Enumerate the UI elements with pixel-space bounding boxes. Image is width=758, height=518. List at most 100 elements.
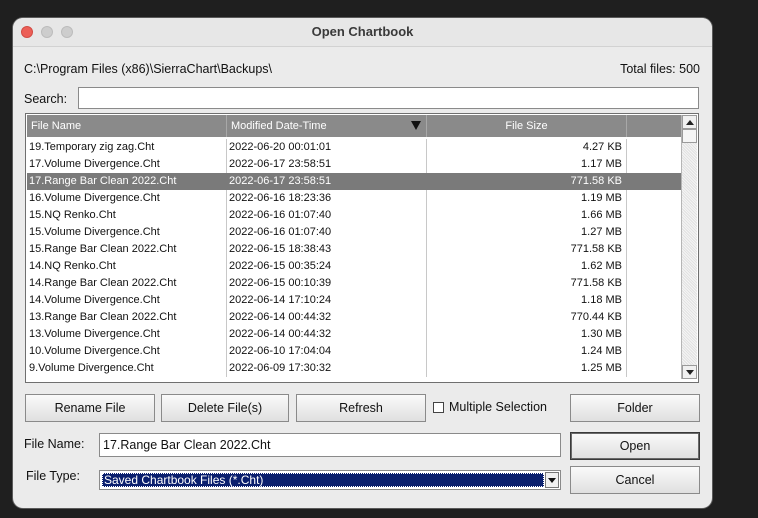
table-row[interactable]: 13.Range Bar Clean 2022.Cht 2022-06-14 00…: [27, 309, 681, 326]
extra-cell: [627, 258, 681, 275]
table-row[interactable]: 14.Range Bar Clean 2022.Cht 2022-06-15 00…: [27, 275, 681, 292]
file-name-label: File Name:: [24, 437, 85, 451]
file-name-cell: 13.Volume Divergence.Cht: [27, 326, 227, 343]
cancel-button[interactable]: Cancel: [570, 466, 700, 494]
file-name-cell: 16.Volume Divergence.Cht: [27, 190, 227, 207]
extra-cell: [627, 241, 681, 258]
file-name-cell: 17.Range Bar Clean 2022.Cht: [27, 173, 227, 190]
table-row[interactable]: 14.Volume Divergence.Cht 2022-06-14 17:10…: [27, 292, 681, 309]
file-size-cell: 4.27 KB: [427, 139, 627, 156]
extra-cell: [627, 309, 681, 326]
file-size-cell: 1.27 MB: [427, 224, 627, 241]
arrow-down-icon: [686, 370, 694, 375]
modified-date-cell: 2022-06-15 18:38:43: [227, 241, 427, 258]
file-size-cell: 1.62 MB: [427, 258, 627, 275]
table-row[interactable]: 19.Temporary zig zag.Cht 2022-06-20 00:01…: [27, 139, 681, 156]
scroll-down-button[interactable]: [682, 365, 697, 379]
rename-file-button[interactable]: Rename File: [25, 394, 155, 422]
column-header-file-size[interactable]: File Size: [427, 115, 627, 137]
scroll-up-button[interactable]: [682, 115, 697, 129]
file-name-cell: 9.Volume Divergence.Cht: [27, 360, 227, 377]
file-rows: 19.Temporary zig zag.Cht 2022-06-20 00:01…: [27, 139, 681, 377]
refresh-button[interactable]: Refresh: [296, 394, 426, 422]
file-name-cell: 19.Temporary zig zag.Cht: [27, 139, 227, 156]
file-name-cell: 10.Volume Divergence.Cht: [27, 343, 227, 360]
extra-cell: [627, 207, 681, 224]
extra-cell: [627, 173, 681, 190]
table-row[interactable]: 15.NQ Renko.Cht 2022-06-16 01:07:40 1.66 M…: [27, 207, 681, 224]
file-size-cell: 1.17 MB: [427, 156, 627, 173]
extra-cell: [627, 190, 681, 207]
file-size-cell: 1.18 MB: [427, 292, 627, 309]
file-size-cell: 1.24 MB: [427, 343, 627, 360]
modified-date-cell: 2022-06-16 01:07:40: [227, 224, 427, 241]
file-list-header: File Name Modified Date-Time File Size: [27, 115, 681, 137]
column-header-file-name[interactable]: File Name: [27, 115, 227, 137]
open-button[interactable]: Open: [570, 432, 700, 460]
extra-cell: [627, 292, 681, 309]
table-row[interactable]: 13.Volume Divergence.Cht 2022-06-14 00:44…: [27, 326, 681, 343]
title-bar[interactable]: Open Chartbook: [13, 18, 712, 47]
vertical-scrollbar[interactable]: [681, 115, 697, 379]
file-name-cell: 13.Range Bar Clean 2022.Cht: [27, 309, 227, 326]
delete-files-button[interactable]: Delete File(s): [161, 394, 289, 422]
file-name-cell: 15.NQ Renko.Cht: [27, 207, 227, 224]
table-row[interactable]: 15.Range Bar Clean 2022.Cht 2022-06-15 18…: [27, 241, 681, 258]
table-row[interactable]: 15.Volume Divergence.Cht 2022-06-16 01:07…: [27, 224, 681, 241]
modified-date-cell: 2022-06-17 23:58:51: [227, 173, 427, 190]
open-chartbook-dialog: Open Chartbook C:\Program Files (x86)\Si…: [13, 18, 712, 508]
arrow-up-icon: [686, 120, 694, 125]
file-size-cell: 1.19 MB: [427, 190, 627, 207]
modified-date-cell: 2022-06-14 17:10:24: [227, 292, 427, 309]
file-type-select[interactable]: Saved Chartbook Files (*.Cht): [99, 470, 561, 490]
file-size-cell: 770.44 KB: [427, 309, 627, 326]
file-name-cell: 14.Volume Divergence.Cht: [27, 292, 227, 309]
table-row[interactable]: 10.Volume Divergence.Cht 2022-06-10 17:04…: [27, 343, 681, 360]
file-size-cell: 1.66 MB: [427, 207, 627, 224]
modified-date-cell: 2022-06-14 00:44:32: [227, 326, 427, 343]
table-row[interactable]: 9.Volume Divergence.Cht 2022-06-09 17:30:…: [27, 360, 681, 377]
table-row[interactable]: 16.Volume Divergence.Cht 2022-06-16 18:23…: [27, 190, 681, 207]
table-row[interactable]: 14.NQ Renko.Cht 2022-06-15 00:35:24 1.62 M…: [27, 258, 681, 275]
extra-cell: [627, 275, 681, 292]
scroll-thumb[interactable]: [682, 129, 697, 143]
file-type-selected-value: Saved Chartbook Files (*.Cht): [102, 473, 544, 487]
table-row[interactable]: 17.Volume Divergence.Cht 2022-06-17 23:58…: [27, 156, 681, 173]
chevron-down-icon: [548, 478, 556, 483]
modified-date-cell: 2022-06-16 01:07:40: [227, 207, 427, 224]
file-name-cell: 15.Range Bar Clean 2022.Cht: [27, 241, 227, 258]
file-type-label: File Type:: [26, 469, 80, 483]
extra-cell: [627, 343, 681, 360]
extra-cell: [627, 326, 681, 343]
modified-date-cell: 2022-06-17 23:58:51: [227, 156, 427, 173]
total-files-count: Total files: 500: [620, 62, 700, 76]
file-size-cell: 771.58 KB: [427, 275, 627, 292]
file-name-input[interactable]: 17.Range Bar Clean 2022.Cht: [99, 433, 561, 457]
extra-cell: [627, 360, 681, 377]
extra-cell: [627, 224, 681, 241]
modified-date-cell: 2022-06-15 00:35:24: [227, 258, 427, 275]
modified-date-cell: 2022-06-09 17:30:32: [227, 360, 427, 377]
file-name-cell: 14.NQ Renko.Cht: [27, 258, 227, 275]
multiple-selection-checkbox[interactable]: [433, 402, 444, 413]
file-size-cell: 1.30 MB: [427, 326, 627, 343]
search-input[interactable]: [78, 87, 699, 109]
column-header-modified-date-time[interactable]: Modified Date-Time: [227, 115, 427, 137]
modified-date-cell: 2022-06-14 00:44:32: [227, 309, 427, 326]
extra-cell: [627, 139, 681, 156]
modified-date-cell: 2022-06-20 00:01:01: [227, 139, 427, 156]
modified-date-cell: 2022-06-15 00:10:39: [227, 275, 427, 292]
file-name-cell: 17.Volume Divergence.Cht: [27, 156, 227, 173]
file-list[interactable]: File Name Modified Date-Time File Size 1…: [25, 113, 699, 383]
file-size-cell: 771.58 KB: [427, 173, 627, 190]
window-title: Open Chartbook: [311, 24, 414, 39]
modified-date-cell: 2022-06-10 17:04:04: [227, 343, 427, 360]
sort-descending-icon: [411, 121, 421, 130]
file-name-cell: 15.Volume Divergence.Cht: [27, 224, 227, 241]
column-header-extra[interactable]: [627, 115, 681, 137]
file-size-cell: 771.58 KB: [427, 241, 627, 258]
folder-button[interactable]: Folder: [570, 394, 700, 422]
multiple-selection-label[interactable]: Multiple Selection: [449, 400, 547, 414]
file-type-dropdown-button[interactable]: [545, 472, 559, 488]
table-row[interactable]: 17.Range Bar Clean 2022.Cht 2022-06-17 23…: [27, 173, 681, 190]
